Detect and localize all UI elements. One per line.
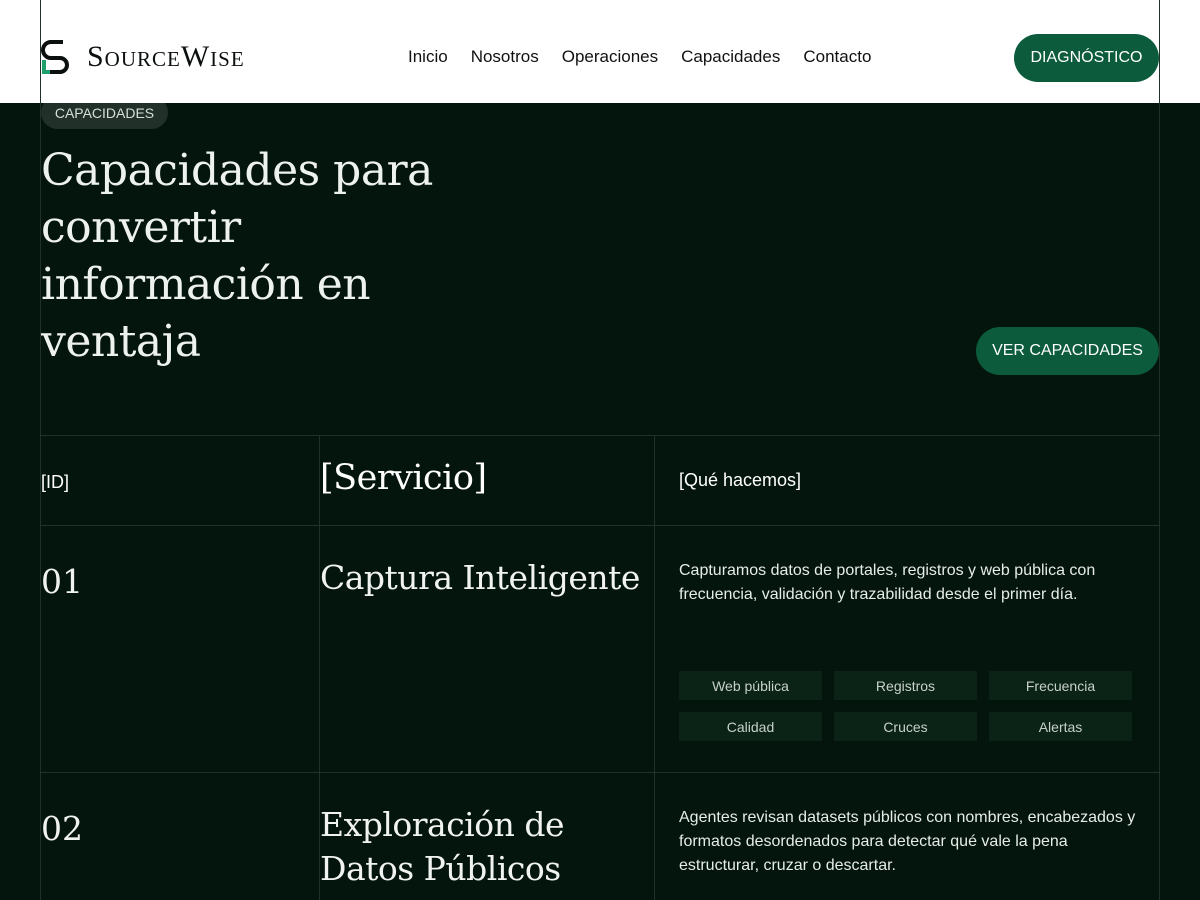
diagnostico-button[interactable]: DIAGNÓSTICO <box>1014 34 1159 82</box>
tag: Registros <box>834 671 977 700</box>
row-description-cell: Agentes revisan datasets públicos con no… <box>655 773 1159 900</box>
tag-list: Web pública Registros Frecuencia Calidad… <box>679 671 1159 741</box>
capabilities-table: [ID] [Servicio] [Qué hacemos] 01 Captura… <box>41 435 1159 900</box>
nav-link-nosotros[interactable]: Nosotros <box>471 46 539 68</box>
sourcewise-logo-icon <box>41 40 70 74</box>
nav-link-capacidades[interactable]: Capacidades <box>681 46 780 68</box>
row-description: Agentes revisan datasets públicos con no… <box>679 809 1136 874</box>
tag: Web pública <box>679 671 822 700</box>
table-row: 01 Captura Inteligente Capturamos datos … <box>41 525 1159 772</box>
nav-link-inicio[interactable]: Inicio <box>408 46 448 68</box>
tag: Frecuencia <box>989 671 1132 700</box>
hero-title: Capacidades para convertir información e… <box>41 145 433 367</box>
tag: Alertas <box>989 712 1132 741</box>
site-header: SourceWise Inicio Nosotros Operaciones C… <box>0 0 1200 103</box>
tag: Cruces <box>834 712 977 741</box>
tag: Calidad <box>679 712 822 741</box>
row-description-cell: Capturamos datos de portales, registros … <box>655 526 1159 772</box>
ver-capacidades-button[interactable]: VER CAPACIDADES <box>976 327 1159 375</box>
row-id: 02 <box>41 773 320 900</box>
header-service: [Servicio] <box>320 436 655 525</box>
header-description: [Qué hacemos] <box>679 470 802 490</box>
nav-link-contacto[interactable]: Contacto <box>803 46 871 68</box>
main-nav: Inicio Nosotros Operaciones Capacidades … <box>408 46 894 68</box>
header-id: [ID] <box>41 436 320 525</box>
row-description: Capturamos datos de portales, registros … <box>679 562 1096 603</box>
table-row: 02 Exploración de Datos Públicos Agentes… <box>41 772 1159 900</box>
brand-name: SourceWise <box>87 40 245 73</box>
brand-logo[interactable]: SourceWise <box>41 40 245 74</box>
table-header-row: [ID] [Servicio] [Qué hacemos] <box>41 435 1159 525</box>
nav-link-operaciones[interactable]: Operaciones <box>562 46 658 68</box>
row-id: 01 <box>41 526 320 772</box>
row-service: Exploración de Datos Públicos <box>320 773 655 900</box>
row-service: Captura Inteligente <box>320 526 655 772</box>
